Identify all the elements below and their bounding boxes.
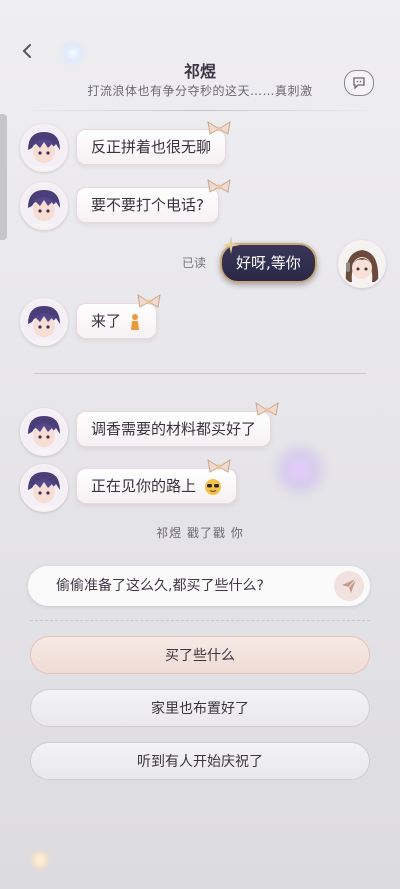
reply-option[interactable]: 家里也布置好了 <box>30 689 370 727</box>
read-status: 已读 <box>182 256 207 270</box>
bow-ribbon-icon <box>207 120 231 135</box>
contact-signature: 打流浪体也有争分夺秒的这天……真刺激 <box>87 84 313 98</box>
message-bubble[interactable]: 调香需要的材料都买好了 <box>76 411 272 447</box>
header-divider <box>20 110 380 111</box>
message-text: 要不要打个电话? <box>91 196 204 214</box>
message-text: 来了 <box>91 312 122 330</box>
reply-option[interactable]: 听到有人开始庆祝了 <box>30 742 370 780</box>
message-text: 正在见你的路上 <box>91 477 197 495</box>
contact-name: 祁煜 <box>183 62 216 81</box>
reply-input[interactable]: 偷偷准备了这么久,都买了些什么? <box>28 566 370 606</box>
side-pull-tab[interactable] <box>0 114 7 240</box>
message-bubble[interactable]: 反正拼着也很无聊 <box>76 129 227 165</box>
chevron-left-icon <box>22 44 31 58</box>
contact-avatar[interactable] <box>20 298 68 346</box>
poke-notice: 祁煜 戳了戳 你 <box>156 526 244 540</box>
send-button[interactable] <box>334 571 364 601</box>
contact-avatar[interactable] <box>20 464 68 512</box>
bow-ribbon-icon <box>207 458 231 473</box>
message-text: 调香需要的材料都买好了 <box>91 420 257 438</box>
rainbow-sparkle <box>30 850 50 870</box>
rainbow-sparkle <box>270 440 330 500</box>
message-text: 反正拼着也很无聊 <box>91 138 212 156</box>
message-text: 好呀,等你 <box>236 254 301 272</box>
bow-ribbon-icon <box>137 293 161 308</box>
reply-input-text: 偷偷准备了这么久,都买了些什么? <box>56 578 264 594</box>
options-divider <box>30 620 370 621</box>
bow-ribbon-icon <box>255 401 279 416</box>
contact-avatar[interactable] <box>20 182 68 230</box>
history-divider <box>34 373 366 374</box>
sunglasses-emoji-icon <box>204 478 221 495</box>
star-sparkle-icon <box>222 236 240 254</box>
contact-avatar[interactable] <box>20 124 68 172</box>
chat-bubble-icon[interactable] <box>344 70 374 96</box>
waving-figure-emoji-icon <box>130 313 139 330</box>
my-avatar[interactable] <box>338 240 386 288</box>
message-bubble[interactable]: 要不要打个电话? <box>76 187 219 223</box>
contact-avatar[interactable] <box>20 408 68 456</box>
paper-plane-icon <box>342 578 357 593</box>
bow-ribbon-icon <box>207 178 231 193</box>
reply-option[interactable]: 买了些什么 <box>30 636 370 674</box>
